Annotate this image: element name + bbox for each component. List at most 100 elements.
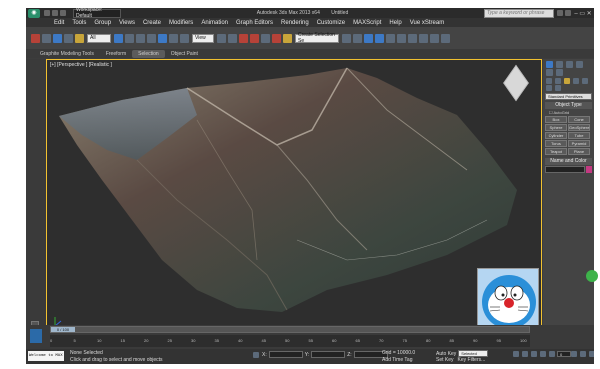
unlink-icon[interactable] [64,33,73,43]
menu-vue-xstream[interactable]: Vue xStream [406,20,448,26]
pan-icon[interactable] [589,351,594,357]
select-move-icon[interactable] [158,33,167,43]
mini-curve-editor-icon[interactable] [30,329,42,343]
object-name-field[interactable] [545,166,585,173]
object-type-rollout[interactable]: Object Type [545,102,592,109]
save-file-icon[interactable] [60,10,66,16]
app-logo-icon[interactable]: ◉ [28,8,40,18]
bind-space-warp-icon[interactable] [75,33,84,43]
graphite-toggle-icon[interactable] [375,33,384,43]
menu-views[interactable]: Views [115,20,139,26]
window-crossing-icon[interactable] [147,33,156,43]
current-frame-field[interactable]: 0 [557,351,571,357]
create-tube-button[interactable]: Tube [568,132,590,139]
time-slider-thumb[interactable]: 0 / 100 [51,327,75,332]
help-icon[interactable] [565,10,571,16]
ribbon-tab-selection[interactable]: Selection [132,49,165,58]
selection-filter-dropdown[interactable]: All [87,33,111,43]
spacewarps-icon[interactable] [546,85,552,91]
render-setup-icon[interactable] [419,33,428,43]
rectangle-selection-icon[interactable] [136,33,145,43]
create-torus-button[interactable]: Torus [545,140,567,147]
name-and-color-rollout[interactable]: Name and Color [545,158,592,165]
cameras-icon[interactable] [573,78,579,84]
motion-tab-icon[interactable] [576,61,583,68]
ribbon-tab-graphite-modeling-tools[interactable]: Graphite Modeling Tools [34,50,100,58]
lock-selection-icon[interactable] [253,351,259,358]
viewport-label[interactable]: [+] [Perspective ] [Realistic ] [50,62,112,68]
menu-graph-editors[interactable]: Graph Editors [232,20,277,26]
ribbon-tab-object-paint[interactable]: Object Paint [165,50,204,58]
menu-help[interactable]: Help [385,20,405,26]
workspace-dropdown[interactable]: Workspace: Default [73,8,121,19]
spinner-snap-icon[interactable] [272,33,281,43]
menu-tools[interactable]: Tools [68,20,90,26]
key-filters-button[interactable]: Key Filters... [458,357,486,363]
utilities-tab-icon[interactable] [556,69,563,76]
side-widget-icon[interactable] [586,270,598,282]
add-time-tag[interactable]: Add Time Tag [382,357,412,363]
perspective-viewport[interactable]: [+] [Perspective ] [Realistic ] [46,59,542,337]
percent-snap-icon[interactable] [261,33,270,43]
go-to-end-icon[interactable] [549,351,555,357]
rendered-frame-window-icon[interactable] [430,33,439,43]
menu-animation[interactable]: Animation [197,20,232,26]
shapes-icon[interactable] [555,78,561,84]
autogrid-checkbox[interactable]: ☐ AutoGrid [549,110,592,115]
curve-editor-icon[interactable] [386,33,395,43]
menu-group[interactable]: Group [90,20,115,26]
create-box-button[interactable]: Box [545,116,567,123]
pivot-center-icon[interactable] [217,33,226,43]
manipulate-icon[interactable] [228,33,237,43]
menu-modifiers[interactable]: Modifiers [165,20,197,26]
search-input[interactable]: Type a keyword or phrase [484,8,554,18]
key-mode-dropdown[interactable]: Selected [458,350,489,357]
window-controls[interactable]: – ▭ ✕ [572,10,594,17]
layer-manager-icon[interactable] [364,33,373,43]
snap-toggle-icon[interactable] [239,33,248,43]
primitive-category-dropdown[interactable]: Standard Primitives [545,93,592,100]
menu-customize[interactable]: Customize [313,20,349,26]
redo-icon[interactable] [42,33,51,43]
angle-snap-icon[interactable] [250,33,259,43]
menu-create[interactable]: Create [139,20,165,26]
select-object-icon[interactable] [114,33,123,43]
menu-edit[interactable]: Edit [50,20,68,26]
edit-named-selection-icon[interactable] [283,33,292,43]
render-production-icon[interactable] [441,33,450,43]
play-icon[interactable] [531,351,537,357]
previous-frame-icon[interactable] [522,351,528,357]
named-selection-set-dropdown[interactable]: Create Selection Se [295,32,339,44]
create-tab-icon[interactable] [546,61,553,68]
reference-coordinate-dropdown[interactable]: View [192,33,214,43]
systems-icon[interactable] [555,85,561,91]
select-by-name-icon[interactable] [125,33,134,43]
link-icon[interactable] [53,33,62,43]
x-coordinate-field[interactable] [268,351,303,358]
schematic-view-icon[interactable] [397,33,406,43]
next-frame-icon[interactable] [540,351,546,357]
setkey-button[interactable]: Set Key [436,357,454,363]
helpers-icon[interactable] [582,78,588,84]
create-cone-button[interactable]: Cone [568,116,590,123]
select-scale-icon[interactable] [180,33,189,43]
hierarchy-tab-icon[interactable] [566,61,573,68]
menu-maxscript[interactable]: MAXScript [349,20,385,26]
orbit-icon[interactable] [580,351,586,357]
y-coordinate-field[interactable] [311,351,346,358]
lights-icon[interactable] [564,78,570,84]
new-file-icon[interactable] [44,10,50,16]
ribbon-tab-freeform[interactable]: Freeform [100,50,132,58]
create-geosphere-button[interactable]: GeoSphere [568,124,590,131]
create-pyramid-button[interactable]: Pyramid [568,140,590,147]
create-plane-button[interactable]: Plane [568,148,590,155]
select-rotate-icon[interactable] [169,33,178,43]
open-file-icon[interactable] [52,10,58,16]
time-slider[interactable]: 0 / 100 [50,326,530,333]
go-to-start-icon[interactable] [513,351,519,357]
modify-tab-icon[interactable] [556,61,563,68]
autokey-button[interactable]: Auto Key [436,351,456,357]
undo-icon[interactable] [31,33,40,43]
create-teapot-button[interactable]: Teapot [545,148,567,155]
zoom-icon[interactable] [571,351,577,357]
